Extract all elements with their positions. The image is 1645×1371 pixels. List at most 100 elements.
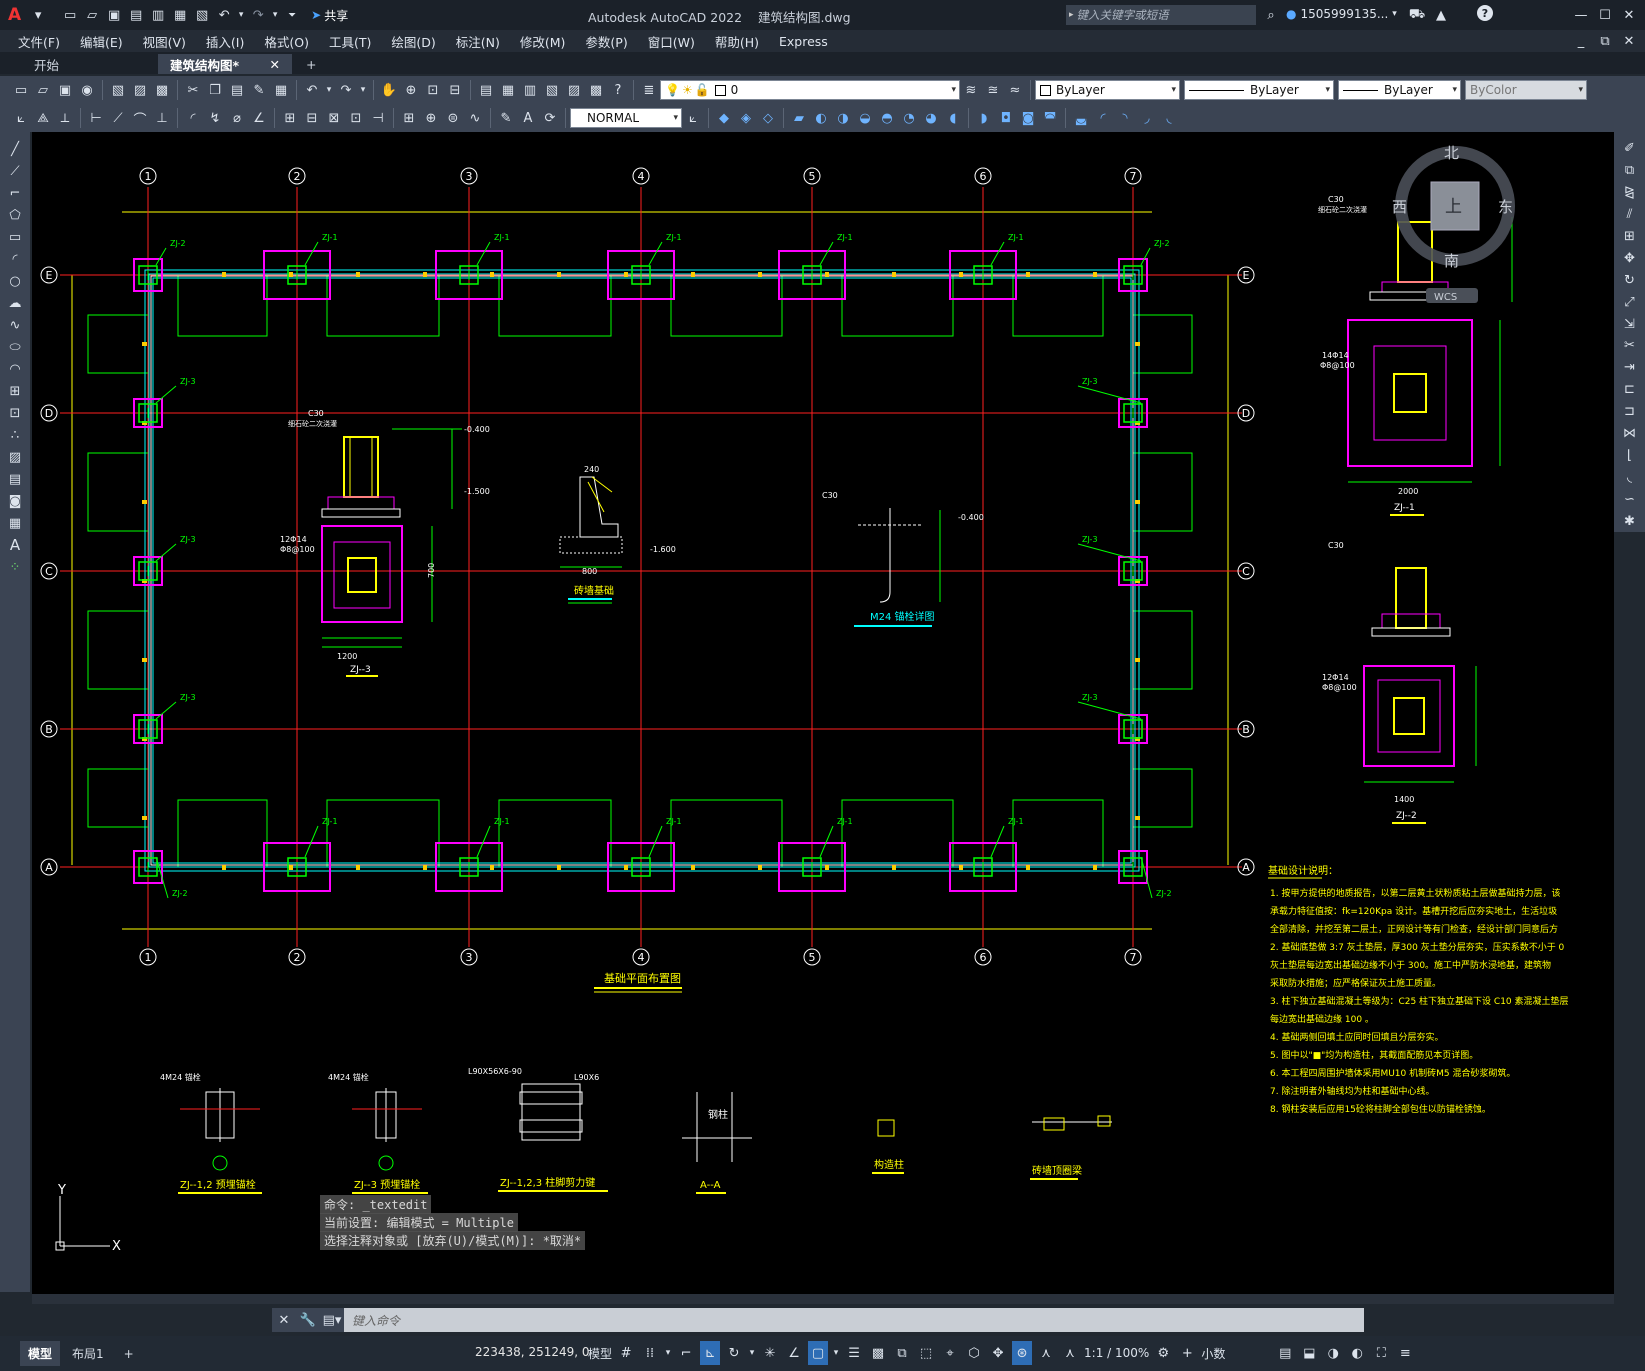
match-prop-icon[interactable]: ✎ — [249, 80, 269, 100]
dim-space-icon[interactable]: ⊡ — [346, 108, 366, 128]
offset-icon[interactable]: ⫽ — [1619, 205, 1641, 225]
center-mark-icon[interactable]: ⊕ — [421, 108, 441, 128]
menu-edit[interactable]: 编辑(E) — [70, 32, 133, 51]
doc-close-icon[interactable]: ✕ — [1619, 31, 1639, 51]
customize-icon[interactable]: ≡ — [1395, 1341, 1415, 1365]
dim-update-icon[interactable]: ⟳ — [540, 108, 560, 128]
menu-file[interactable]: 文件(F) — [8, 32, 70, 51]
redo-tb-dropdown-icon[interactable]: ▾ — [358, 80, 368, 100]
zoom-previous-icon[interactable]: ⊟ — [445, 80, 465, 100]
cart-icon[interactable]: ⛟ — [1407, 5, 1427, 25]
region-icon[interactable]: ◙ — [4, 491, 26, 511]
polygon-icon[interactable]: ⬠ — [4, 205, 26, 225]
osnap-icon[interactable]: ▢ — [808, 1341, 829, 1365]
sheetset-icon[interactable]: ◉ — [77, 80, 97, 100]
solid-wedge-icon[interactable]: ◈ — [736, 108, 756, 128]
copy-obj-icon[interactable]: ⧉ — [1619, 161, 1641, 181]
share-button[interactable]: ➤ 共享 — [303, 7, 356, 24]
dynamic-ucs-icon[interactable]: ⌖ — [940, 1341, 960, 1365]
tolerance-icon[interactable]: ⊞ — [399, 108, 419, 128]
layer-dropdown[interactable]: 💡 ☀ 🔓 0 ▾ — [660, 80, 960, 100]
polar-caret-icon[interactable]: ▾ — [748, 1341, 756, 1365]
app-logo[interactable]: A — [0, 5, 27, 25]
app-menu-caret-icon[interactable]: ▾ — [28, 5, 48, 25]
menu-draw[interactable]: 绘图(D) — [381, 32, 445, 51]
dim-aligned-icon[interactable]: ⟋ — [108, 108, 128, 128]
preview-icon[interactable]: ▨ — [130, 80, 150, 100]
publish-icon[interactable]: ▩ — [152, 80, 172, 100]
drawing-canvas[interactable]: ZJ-1 ZJ-1 ZJ-1 ZJ-1 ZJ-1 ZJ-1 ZJ-1 ZJ-1 ZJ-1 ZJ-1… — [32, 132, 1614, 1294]
material-icon[interactable]: ◚ — [1040, 108, 1060, 128]
construction-line-icon[interactable]: ⟋ — [4, 161, 26, 181]
copy-icon[interactable]: ❐ — [205, 80, 225, 100]
break-icon[interactable]: ⊐ — [1619, 402, 1641, 422]
auto-scale-icon[interactable]: ⋏ — [1036, 1341, 1056, 1365]
trim-icon[interactable]: ✂ — [1619, 336, 1641, 356]
inspect-icon[interactable]: ⊜ — [443, 108, 463, 128]
paste-icon[interactable]: ▤ — [227, 80, 247, 100]
properties-icon[interactable]: ▤ — [476, 80, 496, 100]
fillet-icon[interactable]: ◟ — [1619, 467, 1641, 487]
dim-edit-icon[interactable]: ✎ — [496, 108, 516, 128]
units-value[interactable]: 小数 — [1201, 1341, 1271, 1365]
hardware-accel-icon[interactable]: ◐ — [1347, 1341, 1367, 1365]
jogged-linear-icon[interactable]: ∿ — [465, 108, 485, 128]
insert-block-icon[interactable]: ⊞ — [4, 381, 26, 401]
view-right-icon[interactable]: ◞ — [1137, 108, 1157, 128]
hatch-icon[interactable]: ▨ — [4, 447, 26, 467]
intersect-icon[interactable]: ◓ — [877, 108, 897, 128]
dim-arc-icon[interactable]: ⌒ — [130, 108, 150, 128]
ellipse-arc-icon[interactable]: ◠ — [4, 359, 26, 379]
scale-value[interactable]: 1:1 / 100% — [1084, 1341, 1149, 1365]
spline-icon[interactable]: ∿ — [4, 315, 26, 335]
plot-icon[interactable]: ▧ — [192, 5, 212, 25]
menu-parametric[interactable]: 参数(P) — [575, 32, 637, 51]
customize-qat-icon[interactable]: ⏷ — [282, 5, 302, 25]
subtract-icon[interactable]: ◒ — [855, 108, 875, 128]
menu-express[interactable]: Express — [769, 34, 838, 49]
zoom-realtime-icon[interactable]: ⊕ — [401, 80, 421, 100]
drawing-svg[interactable]: ZJ-1 ZJ-1 ZJ-1 ZJ-1 ZJ-1 ZJ-1 ZJ-1 ZJ-1 ZJ-1 ZJ-1… — [32, 132, 1614, 1294]
save-as-icon[interactable]: ▤ — [126, 5, 146, 25]
open-web-icon[interactable]: ▥ — [148, 5, 168, 25]
grid-icon[interactable]: # — [616, 1341, 636, 1365]
selection-filter-icon[interactable]: ⬡ — [964, 1341, 984, 1365]
snap-caret-icon[interactable]: ▾ — [664, 1341, 672, 1365]
revolve-icon[interactable]: ◐ — [811, 108, 831, 128]
infer-constraints-icon[interactable]: ⌐ — [676, 1341, 696, 1365]
help-icon[interactable]: ? — [1477, 5, 1493, 21]
scale-icon[interactable]: ⤢ — [1619, 292, 1641, 312]
view-left-icon[interactable]: ◝ — [1115, 108, 1135, 128]
viewcube[interactable]: 北 南 东 西 上 WCS — [1392, 144, 1515, 303]
search-icon[interactable]: ⌕ — [1261, 5, 1281, 25]
dimstyle-icon[interactable]: ⟀ — [683, 108, 703, 128]
tab-drawing[interactable]: 建筑结构图* ✕ — [158, 54, 292, 74]
mirror-icon[interactable]: ⧎ — [1619, 183, 1641, 203]
ucs-world-icon[interactable]: ⟁ — [33, 108, 53, 128]
tab-close-icon[interactable]: ✕ — [270, 57, 280, 72]
redo-dropdown-icon[interactable]: ▾ — [270, 5, 280, 25]
layer-previous-icon[interactable]: ≊ — [983, 80, 1003, 100]
dim-text-edit-icon[interactable]: A — [518, 108, 538, 128]
erase-icon[interactable]: ✐ — [1619, 139, 1641, 159]
tab-start[interactable]: 开始 — [22, 54, 156, 74]
qnew-icon[interactable]: ▭ — [11, 80, 31, 100]
rotate-icon[interactable]: ↻ — [1619, 270, 1641, 290]
design-center-icon[interactable]: ▦ — [498, 80, 518, 100]
polyline-icon[interactable]: ⌐ — [4, 183, 26, 203]
minimize-icon[interactable]: — — [1571, 5, 1591, 25]
pan-icon[interactable]: ✋ — [379, 80, 399, 100]
dim-radius-icon[interactable]: ◜ — [183, 108, 203, 128]
command-line[interactable]: ✕ 🔧 ▤▾ 键入命令 — [272, 1308, 1364, 1332]
layout-tab-model[interactable]: 模型 — [20, 1341, 61, 1366]
dim-ordinate-icon[interactable]: ⊥ — [152, 108, 172, 128]
calculator-icon[interactable]: ▩ — [586, 80, 606, 100]
dimstyle-dropdown[interactable]: NORMAL ▾ — [570, 108, 682, 128]
lineweight-icon[interactable]: ☰ — [844, 1341, 864, 1365]
close-icon[interactable]: ✕ — [1619, 5, 1639, 25]
undo-icon[interactable]: ↶ — [214, 5, 234, 25]
ellipse-icon[interactable]: ⬭ — [4, 337, 26, 357]
undo-dropdown-icon[interactable]: ▾ — [236, 5, 246, 25]
ortho-icon[interactable]: ⊾ — [700, 1341, 721, 1365]
stretch-icon[interactable]: ⇲ — [1619, 314, 1641, 334]
